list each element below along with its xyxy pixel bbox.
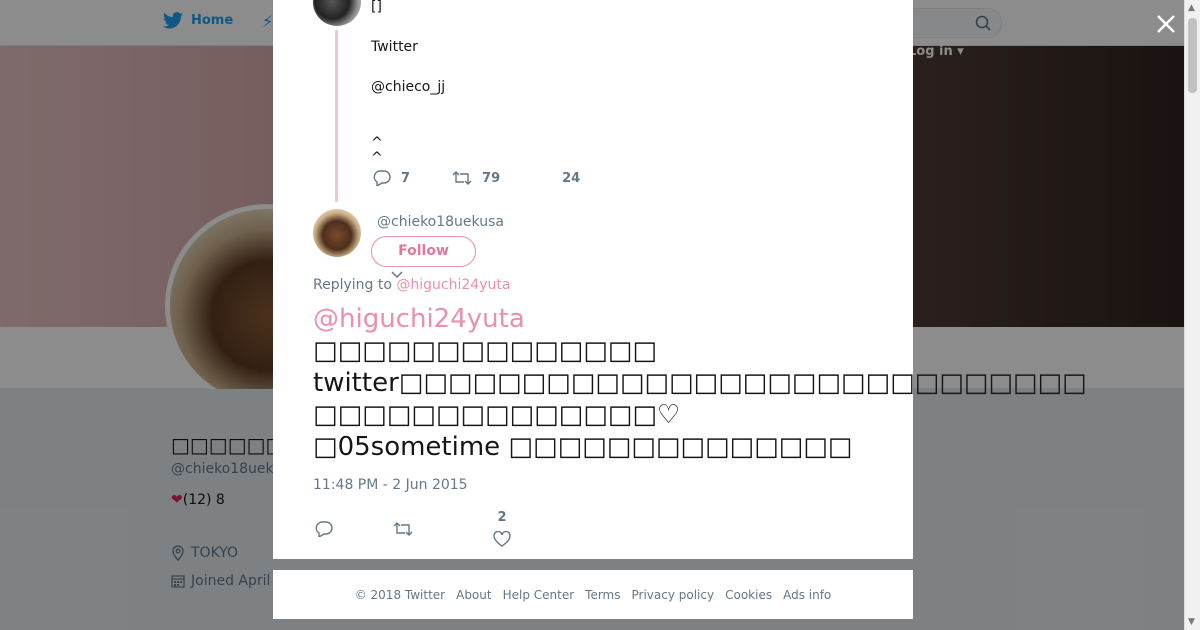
- close-icon[interactable]: [1154, 12, 1178, 36]
- reply-count: 7: [401, 170, 411, 186]
- previous-tweet-avatar[interactable]: [313, 0, 361, 26]
- tweet-actions: 2: [315, 510, 511, 547]
- previous-tweet-line: ^ ^: [371, 135, 383, 166]
- previous-tweet-actions: 7 79 24: [373, 170, 580, 186]
- footer-help-link[interactable]: Help Center: [503, 588, 575, 602]
- tweet-line: twitter□□□□□□□□□□□□□□□□□□□□□□□□□□□□: [313, 368, 1087, 398]
- retweet-action[interactable]: 79: [452, 170, 500, 186]
- reply-action[interactable]: [315, 520, 333, 537]
- scroll-down-arrow-icon[interactable]: ▼: [1188, 617, 1195, 627]
- thread-connector-line: [335, 30, 338, 202]
- previous-tweet-line: []: [371, 0, 382, 15]
- close-modal-button[interactable]: [1154, 12, 1178, 36]
- tweet-timestamp[interactable]: 11:48 PM - 2 Jun 2015: [313, 477, 468, 493]
- modal-footer: © 2018 Twitter About Help Center Terms P…: [273, 570, 913, 619]
- tweet-modal: [] Twitter @chieco_jj ^ ^ 7 79 24 @chiek…: [273, 0, 1087, 559]
- follow-button[interactable]: Follow: [371, 236, 476, 267]
- like-action[interactable]: 2: [493, 510, 511, 547]
- replying-to-mention[interactable]: @higuchi24yuta: [396, 277, 510, 293]
- footer-terms-link[interactable]: Terms: [585, 588, 620, 602]
- previous-tweet-mention[interactable]: @chieco_jj: [371, 80, 445, 100]
- like-count: 24: [562, 170, 581, 186]
- heart-icon[interactable]: [493, 531, 511, 547]
- replying-prefix: Replying to: [313, 277, 392, 293]
- footer-privacy-link[interactable]: Privacy policy: [632, 588, 715, 602]
- tweet-line: □05sometime □□□□□□□□□□□□□□: [313, 432, 853, 462]
- previous-tweet-line: Twitter: [371, 39, 418, 55]
- footer-cookies-link[interactable]: Cookies: [725, 588, 772, 602]
- retweet-count: 79: [482, 170, 501, 186]
- tweet-mention[interactable]: @higuchi24yuta: [313, 303, 893, 335]
- tweet-author-handle[interactable]: @chieko18uekusa: [377, 214, 504, 230]
- page-scrollbar[interactable]: ▲ ▼: [1184, 0, 1200, 630]
- replying-to: Replying to @higuchi24yuta: [313, 277, 510, 293]
- like-count: 2: [497, 510, 507, 525]
- reply-icon[interactable]: [373, 170, 391, 186]
- scrollbar-thumb[interactable]: [1188, 18, 1197, 93]
- tweet-text: @higuchi24yuta □□□□□□□□□□□□□□ twitter□□□…: [313, 303, 1087, 463]
- like-action[interactable]: 24: [562, 171, 580, 186]
- tweet-line: □□□□□□□□□□□□□□♡: [313, 400, 681, 430]
- tweet-line: □□□□□□□□□□□□□□: [313, 336, 657, 366]
- reply-icon[interactable]: [315, 520, 333, 537]
- footer-ads-link[interactable]: Ads info: [783, 588, 831, 602]
- tweet-author-avatar[interactable]: [313, 209, 361, 257]
- previous-tweet-text: [] Twitter @chieco_jj ^ ^: [371, 0, 445, 166]
- footer-about-link[interactable]: About: [456, 588, 491, 602]
- retweet-icon[interactable]: [452, 170, 472, 186]
- retweet-icon[interactable]: [393, 521, 413, 537]
- scroll-up-arrow-icon[interactable]: ▲: [1188, 3, 1195, 13]
- reply-action[interactable]: 7: [373, 170, 410, 186]
- footer-copyright: © 2018 Twitter: [354, 587, 446, 602]
- retweet-action[interactable]: [393, 521, 413, 537]
